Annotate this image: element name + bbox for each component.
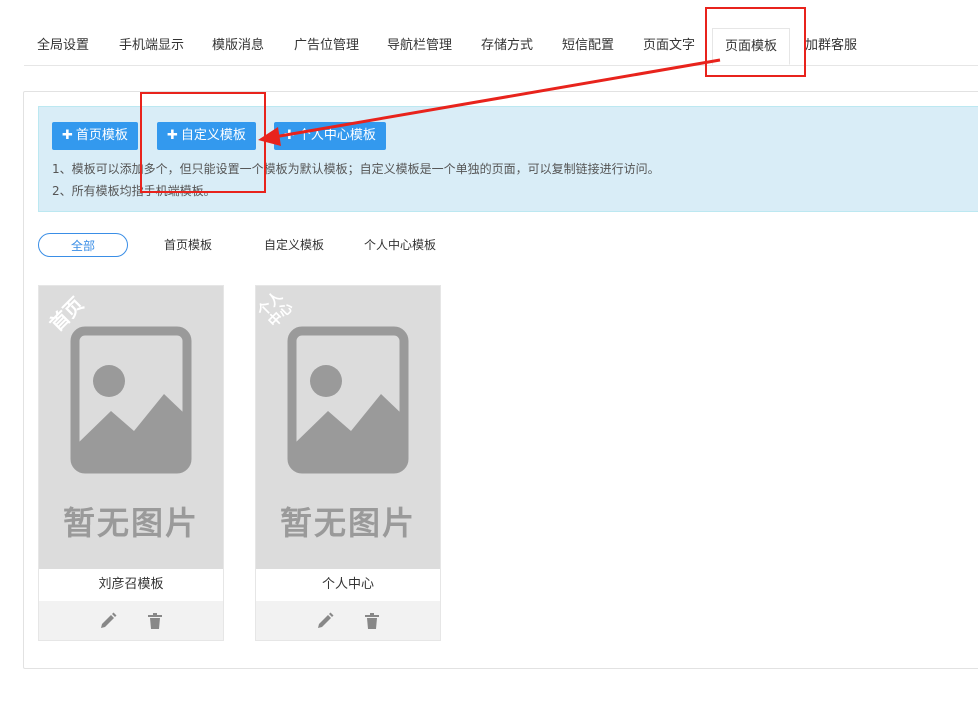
template-card: 首页 暂无图片 刘彦召模板: [38, 285, 224, 641]
delete-icon[interactable]: [362, 611, 382, 631]
card-actions: [256, 601, 440, 640]
filter-personal-templates[interactable]: 个人中心模板: [364, 233, 436, 257]
plus-icon: ✚: [284, 128, 295, 143]
filter-home-templates[interactable]: 首页模板: [164, 233, 212, 257]
no-image-text: 暂无图片: [62, 504, 199, 542]
delete-icon[interactable]: [145, 611, 165, 631]
tab-ad-management[interactable]: 广告位管理: [294, 28, 359, 64]
tab-group-service[interactable]: 加群客服: [805, 28, 857, 64]
filter-custom-templates[interactable]: 自定义模板: [264, 233, 324, 257]
card-actions: [39, 601, 223, 640]
template-card: 个人 中心 暂无图片 个人中心: [255, 285, 441, 641]
plus-icon: ✚: [62, 128, 73, 143]
template-thumbnail[interactable]: 首页 暂无图片: [39, 286, 223, 569]
tab-storage[interactable]: 存储方式: [481, 28, 533, 64]
add-custom-template-button[interactable]: ✚ 自定义模板: [157, 122, 256, 150]
tab-navbar-management[interactable]: 导航栏管理: [387, 28, 452, 64]
add-home-template-button[interactable]: ✚ 首页模板: [52, 122, 138, 150]
tab-mobile-display[interactable]: 手机端显示: [119, 28, 184, 64]
add-personal-template-button[interactable]: ✚ 个人中心模板: [274, 122, 386, 150]
tip-line-2: 2、所有模板均指手机端模板。: [52, 184, 216, 198]
tab-template-messages[interactable]: 模版消息: [212, 28, 264, 64]
tab-page-text[interactable]: 页面文字: [643, 28, 695, 64]
tip-line-1: 1、模板可以添加多个，但只能设置一个模板为默认模板；自定义模板是一个单独的页面，…: [52, 162, 660, 176]
plus-icon: ✚: [167, 128, 178, 143]
tab-global-settings[interactable]: 全局设置: [37, 28, 89, 64]
template-thumbnail[interactable]: 个人 中心 暂无图片: [256, 286, 440, 569]
tab-sms-config[interactable]: 短信配置: [562, 28, 614, 64]
settings-tabs: 全局设置 手机端显示 模版消息 广告位管理 导航栏管理 存储方式 短信配置 页面…: [24, 28, 978, 66]
tab-page-templates[interactable]: 页面模板: [712, 28, 791, 65]
filter-all[interactable]: 全部: [38, 233, 128, 257]
edit-icon[interactable]: [315, 611, 335, 631]
edit-icon[interactable]: [98, 611, 118, 631]
template-name: 刘彦召模板: [98, 577, 164, 592]
template-name: 个人中心: [321, 577, 374, 592]
no-image-text: 暂无图片: [279, 504, 416, 542]
